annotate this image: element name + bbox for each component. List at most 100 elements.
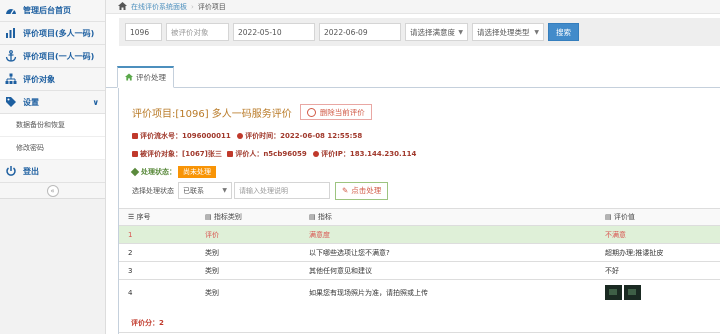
cell-value [596,279,720,306]
time-value: 2022-06-08 12:55:58 [280,132,363,140]
process-status-label: 选择处理状态 [132,186,174,195]
tab-evaluation-process[interactable]: 评价处理 [117,66,174,88]
process-note-input[interactable]: 请输入处理说明 [234,182,330,199]
chevron-down-icon: ∨ [92,97,100,107]
sidebar-item-targets[interactable]: 评价对象 [0,68,105,91]
table-row: 3 类别 其他任何意见和建议 不好 [119,261,720,280]
power-icon [5,165,17,177]
cell-no: 1 [119,225,196,244]
breadcrumb: 在线评价系统面板 › 评价项目 [106,0,720,14]
cell-no: 4 [119,279,196,306]
process-status-value: 已联系 [183,186,204,195]
search-bar: 1096 被评价对象 2022-05-10 2022-06-09 请选择满意度 … [119,18,720,46]
user-icon [132,151,138,157]
serial-label: 评价流水号： [140,132,182,140]
sidebar-item-label: 评价项目(多人一码) [23,28,95,38]
delete-evaluation-button[interactable]: 删除当前评价 [299,104,372,120]
sidebar-item-label: 设置 [23,97,39,107]
ip-value: 183.144.230.114 [349,150,417,158]
satisfaction-select[interactable]: 请选择满意度 ▼ [405,23,468,41]
table-header-row: ☰ 序号 ▤ 指标类别 ▤ 指标 ▤ 评价值 [119,208,720,226]
cell-value: 不好 [596,261,720,280]
column-header-indicator: ▤ 指标 [300,208,596,226]
list-icon: ☰ [128,213,137,221]
status-icon [130,167,140,177]
info-line-target: 被评价对象：[1067]张三 评价人：n5cb96059 评价IP：183.14… [132,149,416,159]
time-label: 评价时间： [245,132,281,140]
process-submit-button[interactable]: ✎ 点击处理 [335,181,389,200]
sidebar-subitem-label: 修改密码 [16,144,44,152]
search-button[interactable]: 搜索 [548,23,579,41]
cell-category: 类别 [196,243,300,262]
process-status-select[interactable]: 已联系 ▼ [178,182,232,199]
status-label: 处理状态： [141,168,176,176]
caret-down-icon: ▼ [534,28,539,36]
column-header-value: ▤ 评价值 [596,208,720,226]
ip-label: 评价IP： [321,150,350,158]
sidebar-subitem-label: 数据备份和恢复 [16,121,65,129]
double-chevron-left-icon[interactable]: « [46,184,59,197]
target-label: 被评价对象： [140,150,182,158]
sidebar-item-settings[interactable]: 设置 ∨ [0,91,105,114]
sidebar-item-label: 管理后台首页 [23,6,71,15]
cell-no: 3 [119,261,196,280]
sidebar-item-single-code[interactable]: 评价项目(一人一码) [0,45,105,68]
breadcrumb-separator-icon: › [191,2,194,11]
cell-value: 不满意 [596,225,720,244]
score-label: 评价分：2 [131,319,164,327]
table-row: 1 评价 满意度 不满意 [119,225,720,244]
sidebar-item-label: 登出 [23,166,39,176]
rater-label: 评价人： [235,150,264,158]
tab-bar: 评价处理 [106,66,720,88]
tab-label: 评价处理 [136,73,166,82]
cell-category: 类别 [196,261,300,280]
refresh-icon [306,107,316,117]
date-to-input[interactable]: 2022-06-09 [319,23,401,41]
breadcrumb-current: 评价项目 [197,2,226,11]
anchor-icon [5,50,17,62]
book-icon: ▤ [205,213,214,221]
cell-indicator: 满意度 [300,225,596,244]
cell-indicator: 以下哪些选项让您不满意? [300,243,596,262]
delete-button-label: 删除当前评价 [319,107,365,117]
status-row: 处理状态： 尚未处理 [130,166,216,178]
cell-value: 超期办理;推诿扯皮 [596,243,720,262]
cell-category: 类别 [196,279,300,306]
status-badge: 尚未处理 [178,166,216,178]
apple-icon [313,151,320,157]
table-row: 4 类别 如果您有现场照片为准，请拍照或上传 [119,279,720,306]
target-input[interactable]: 被评价对象 [166,23,229,41]
sidebar-item-label: 评价项目(一人一码) [23,51,95,61]
caret-down-icon: ▼ [458,28,463,36]
sidebar-item-label: 评价对象 [23,74,55,84]
id-input[interactable]: 1096 [125,23,162,41]
sidebar-item-logout[interactable]: 登出 [0,160,105,183]
date-from-input[interactable]: 2022-05-10 [233,23,315,41]
cell-no: 2 [119,243,196,262]
photo-thumbnail[interactable] [605,285,622,301]
clock-icon [237,133,244,139]
tag-icon [5,96,17,108]
process-type-select-value: 请选择处理类型 [477,27,530,37]
sidebar-item-home[interactable]: 管理后台首页 [0,0,105,22]
sidebar-collapse[interactable]: « [0,183,105,199]
column-header-category: ▤ 指标类别 [196,208,300,226]
sidebar-subitem-password[interactable]: 修改密码 [0,137,105,160]
barcode-icon [132,133,138,139]
sidebar: 管理后台首页 评价项目(多人一码) 评价项目(一人一码) 评价对象 设置 ∨ 数… [0,0,106,334]
serial-value: 1096000011 [182,132,231,140]
sidebar-item-multi-code[interactable]: 评价项目(多人一码) [0,22,105,45]
sidebar-subitem-backup[interactable]: 数据备份和恢复 [0,114,105,137]
caret-down-icon: ▼ [222,187,227,194]
column-header-no: ☰ 序号 [119,208,196,226]
bar-chart-icon [5,27,17,39]
photo-thumbnail[interactable] [624,285,641,301]
pencil-icon: ✎ [342,186,349,195]
process-type-select[interactable]: 请选择处理类型 ▼ [472,23,544,41]
breadcrumb-home-link[interactable]: 在线评价系统面板 [131,2,187,12]
barcode-icon [227,151,234,157]
sitemap-icon [5,73,17,85]
hdd-icon: ▤ [605,213,614,221]
evaluation-table: ☰ 序号 ▤ 指标类别 ▤ 指标 ▤ 评价值 1 评价 满意度 不满意 2 类别… [119,208,720,306]
rater-value: n5cb96059 [263,150,307,158]
